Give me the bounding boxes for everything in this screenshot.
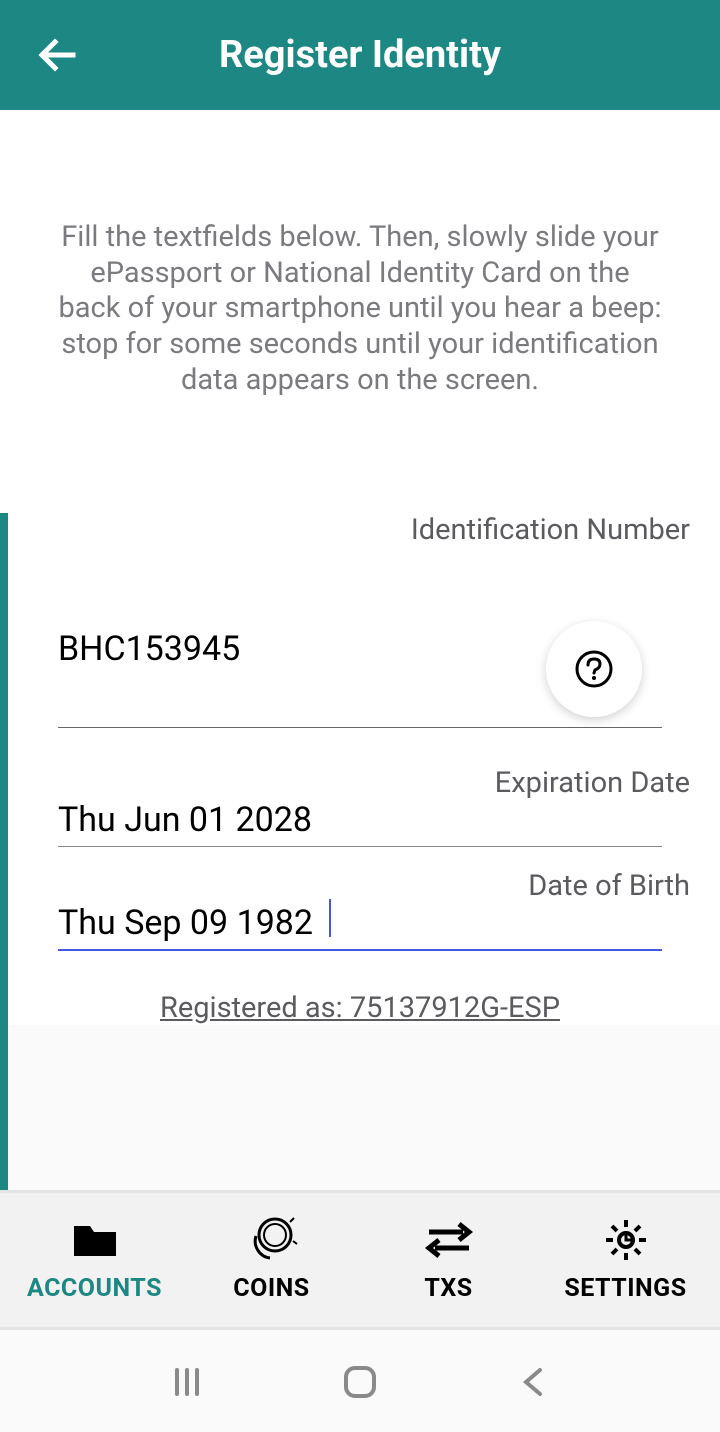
- registered-as-link[interactable]: Registered as: 75137912G-ESP: [0, 991, 720, 1025]
- back-button[interactable]: [30, 27, 86, 83]
- content-area: Fill the textfields below. Then, slowly …: [0, 110, 720, 1025]
- system-nav-bar: [0, 1332, 720, 1432]
- instructions-text: Fill the textfields below. Then, slowly …: [0, 220, 720, 398]
- tab-accounts-label: ACCOUNTS: [27, 1274, 162, 1303]
- recents-icon: [169, 1364, 205, 1400]
- text-cursor: [329, 899, 331, 937]
- tab-coins-label: COINS: [233, 1274, 309, 1303]
- settings-icon: [603, 1218, 649, 1262]
- arrow-left-icon: [35, 32, 81, 78]
- sys-back-button[interactable]: [508, 1357, 558, 1407]
- tab-txs-label: TXS: [424, 1274, 472, 1303]
- help-button[interactable]: [546, 621, 642, 717]
- tab-accounts[interactable]: ACCOUNTS: [6, 1218, 183, 1303]
- chevron-left-icon: [518, 1364, 548, 1400]
- help-icon: [574, 649, 614, 689]
- recents-button[interactable]: [162, 1357, 212, 1407]
- page-title: Register Identity: [0, 33, 720, 77]
- form-area: Identification Number Expiration Date Da…: [0, 513, 720, 1025]
- identification-number-label: Identification Number: [0, 513, 720, 547]
- accent-bar: [0, 513, 8, 1209]
- tab-settings[interactable]: SETTINGS: [537, 1218, 714, 1303]
- tab-txs[interactable]: TXS: [360, 1218, 537, 1303]
- date-of-birth-input[interactable]: [58, 897, 662, 951]
- folder-icon: [72, 1218, 118, 1262]
- home-icon: [341, 1363, 379, 1401]
- expiration-date-input[interactable]: [58, 794, 662, 847]
- transactions-icon: [423, 1218, 475, 1262]
- home-button[interactable]: [335, 1357, 385, 1407]
- app-header: Register Identity: [0, 0, 720, 110]
- coins-icon: [246, 1218, 298, 1262]
- tab-settings-label: SETTINGS: [564, 1274, 686, 1303]
- tab-coins[interactable]: COINS: [183, 1218, 360, 1303]
- bottom-tab-bar: ACCOUNTS COINS TXS: [0, 1190, 720, 1330]
